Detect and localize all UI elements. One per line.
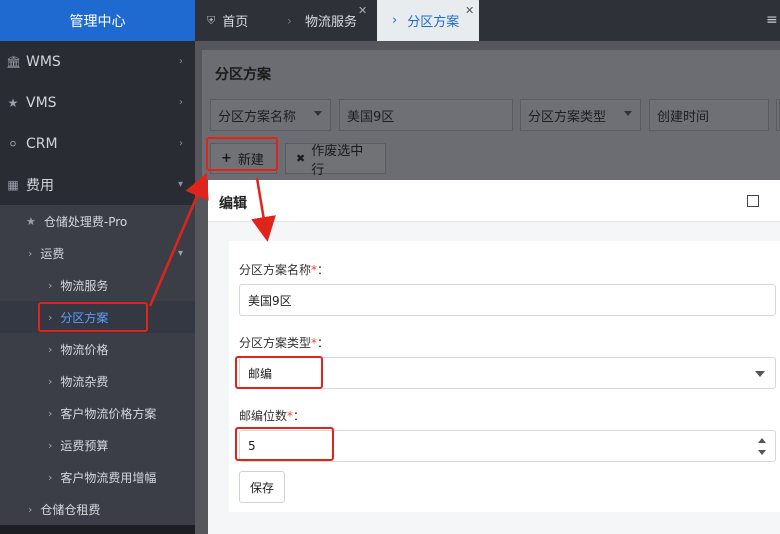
- arrow-to-form: [251, 177, 276, 242]
- annotation-arrows: [148, 172, 276, 307]
- arrow-to-new-button: [148, 172, 209, 307]
